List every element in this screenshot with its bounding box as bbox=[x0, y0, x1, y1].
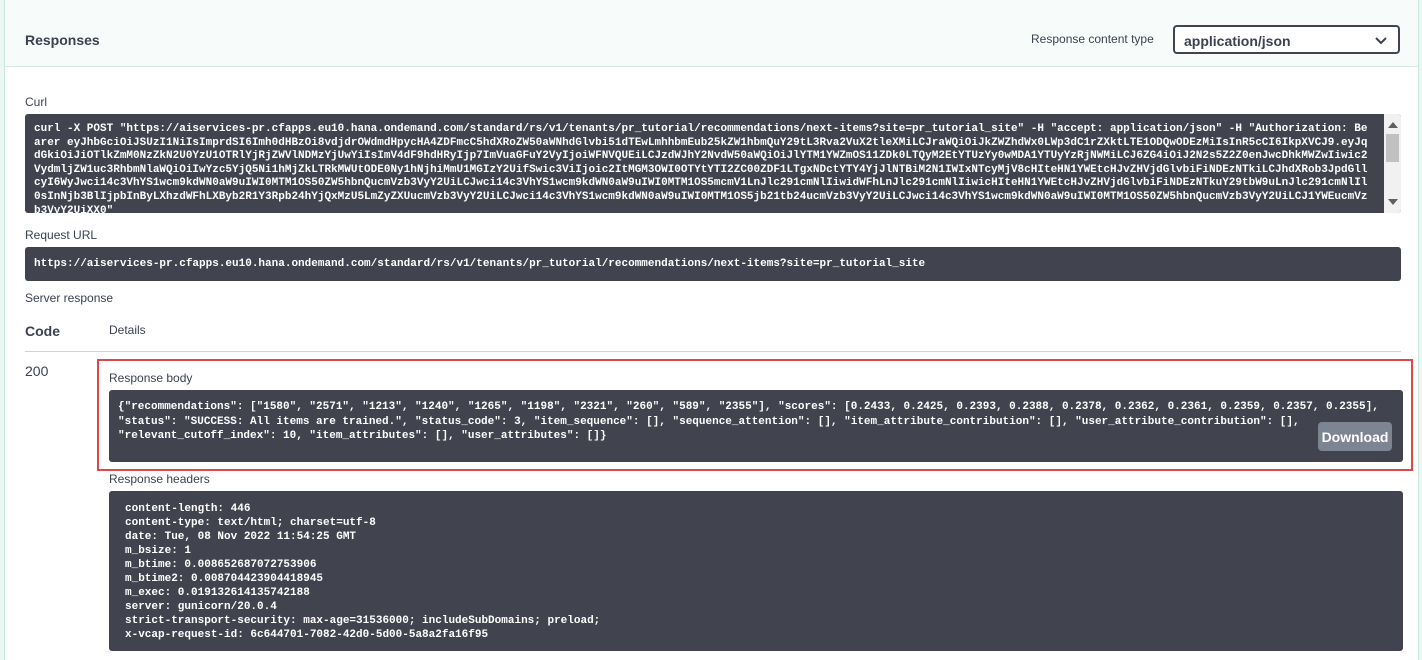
response-body-line: {"recommendations": ["1580", "2571", "12… bbox=[118, 401, 1379, 413]
chevron-down-icon bbox=[1375, 37, 1387, 45]
curl-command-text: curl -X POST "https://aiservices-pr.cfap… bbox=[34, 123, 1368, 213]
response-header-row: strict-transport-security: max-age=31536… bbox=[125, 615, 601, 627]
response-header-row: content-length: 446 bbox=[125, 503, 251, 515]
response-body-block[interactable]: {"recommendations": ["1580", "2571", "12… bbox=[109, 390, 1403, 462]
response-header-row: content-type: text/html; charset=utf-8 bbox=[125, 517, 376, 529]
arrow-up-icon[interactable] bbox=[1388, 122, 1398, 128]
response-body-line: "relevant_cutoff_index": 10, "item_attri… bbox=[118, 430, 607, 442]
request-url-label: Request URL bbox=[25, 228, 98, 242]
response-header-row: server: gunicorn/20.0.4 bbox=[125, 601, 277, 613]
server-response-label: Server response bbox=[25, 291, 114, 305]
response-header-row: date: Tue, 08 Nov 2022 11:54:25 GMT bbox=[125, 531, 357, 543]
response-content-type-select[interactable]: application/json bbox=[1173, 25, 1400, 54]
response-header-row: m_bsize: 1 bbox=[125, 545, 192, 557]
details-column-header: Details bbox=[109, 323, 146, 337]
response-content-type-value: application/json bbox=[1184, 33, 1291, 49]
response-header-row: x-vcap-request-id: 6c644701-7082-42d0-5d… bbox=[125, 629, 489, 641]
download-button[interactable]: Download bbox=[1318, 422, 1392, 451]
code-column-header: Code bbox=[25, 323, 60, 339]
curl-code-block[interactable]: curl -X POST "https://aiservices-pr.cfap… bbox=[25, 114, 1401, 213]
response-headers-block: content-length: 446 content-type: text/h… bbox=[109, 491, 1403, 651]
curl-scrollbar[interactable] bbox=[1384, 114, 1401, 213]
table-divider bbox=[25, 351, 1401, 352]
curl-label: Curl bbox=[25, 95, 48, 109]
response-headers-label: Response headers bbox=[109, 472, 210, 486]
response-body-label: Response body bbox=[109, 371, 193, 385]
responses-title: Responses bbox=[25, 32, 100, 48]
response-status-code: 200 bbox=[25, 363, 49, 379]
arrow-down-icon[interactable] bbox=[1388, 199, 1398, 205]
response-content-type-label: Response content type bbox=[1031, 32, 1154, 46]
response-body-text: {"recommendations": ["1580", "2571", "12… bbox=[118, 400, 1379, 444]
response-header-row: m_btime2: 0.008704423904418945 bbox=[125, 573, 324, 585]
request-url-text: https://aiservices-pr.cfapps.eu10.hana.o… bbox=[34, 258, 926, 270]
responses-header: Responses Response content type applicat… bbox=[5, 0, 1418, 67]
response-body-line: "status": "SUCCESS: All items are traine… bbox=[118, 415, 1300, 428]
request-url-block: https://aiservices-pr.cfapps.eu10.hana.o… bbox=[25, 247, 1401, 281]
response-header-row: m_exec: 0.019132614135742188 bbox=[125, 587, 310, 599]
response-headers-list: content-length: 446 content-type: text/h… bbox=[125, 502, 600, 642]
responses-panel: Responses Response content type applicat… bbox=[4, 0, 1419, 660]
scrollbar-thumb[interactable] bbox=[1386, 134, 1399, 162]
response-header-row: m_btime: 0.008652687072753906 bbox=[125, 559, 317, 571]
